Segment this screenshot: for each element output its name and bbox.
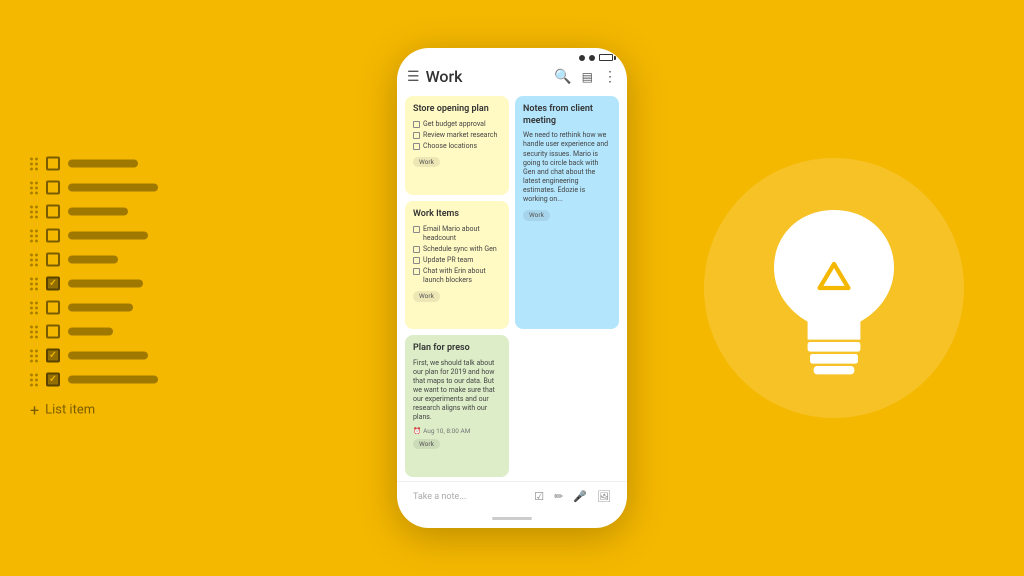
note-tag: Work xyxy=(413,157,440,167)
battery-icon xyxy=(599,54,613,61)
list-item xyxy=(30,205,158,219)
notes-grid: Store opening plan Get budget approval R… xyxy=(397,92,627,481)
note-title: Notes from client meeting xyxy=(523,104,611,127)
note-tag: Work xyxy=(413,439,440,449)
note-title: Work Items xyxy=(413,209,501,221)
list-item xyxy=(30,349,158,363)
checkbox-icon[interactable]: ☑ xyxy=(534,490,544,503)
list-item xyxy=(30,157,158,171)
mic-icon[interactable]: 🎤 xyxy=(573,490,587,503)
note-tag: Work xyxy=(413,291,440,301)
app-title: Work xyxy=(426,67,549,86)
note-tag: Work xyxy=(523,210,550,220)
list-item xyxy=(30,181,158,195)
list-item xyxy=(30,253,158,267)
bottom-toolbar: Take a note... ☑ ✏ 🎤 🖼 xyxy=(397,481,627,513)
note-checklist: Get budget approval Review market resear… xyxy=(413,120,501,151)
plus-icon: + xyxy=(30,401,39,420)
note-client-meeting[interactable]: Notes from client meeting We need to ret… xyxy=(515,96,619,329)
add-item-row[interactable]: + List item xyxy=(30,401,158,420)
header-icons: 🔍 ▤ ⋮ xyxy=(554,69,617,85)
app-header: ☰ Work 🔍 ▤ ⋮ xyxy=(397,63,627,92)
add-item-label: List item xyxy=(45,403,95,418)
list-item xyxy=(30,325,158,339)
hamburger-icon[interactable]: ☰ xyxy=(407,69,420,85)
note-work-items[interactable]: Work Items Email Mario about headcount S… xyxy=(405,201,509,329)
list-item xyxy=(30,301,158,315)
note-title: Store opening plan xyxy=(413,104,501,116)
image-icon[interactable]: 🖼 xyxy=(597,490,611,503)
phone-home-bar xyxy=(397,513,627,528)
search-icon[interactable]: 🔍 xyxy=(554,69,571,85)
left-list-decoration: + List item xyxy=(30,157,158,420)
phone-mockup: ☰ Work 🔍 ▤ ⋮ Store opening plan Get budg… xyxy=(397,48,627,528)
status-bar xyxy=(397,48,627,63)
layout-icon[interactable]: ▤ xyxy=(582,70,593,84)
list-item xyxy=(30,277,158,291)
note-body: We need to rethink how we handle user ex… xyxy=(523,131,611,204)
more-icon[interactable]: ⋮ xyxy=(603,69,617,85)
list-item xyxy=(30,229,158,243)
note-store-opening[interactable]: Store opening plan Get budget approval R… xyxy=(405,96,509,195)
lightbulb-circle xyxy=(704,158,964,418)
list-item xyxy=(30,373,158,387)
lightbulb-icon xyxy=(754,198,914,378)
home-indicator xyxy=(492,517,532,520)
phone-shell: ☰ Work 🔍 ▤ ⋮ Store opening plan Get budg… xyxy=(397,48,627,528)
take-note-placeholder[interactable]: Take a note... xyxy=(413,492,528,502)
note-timestamp: ⏰Aug 10, 8:00 AM xyxy=(413,427,501,435)
toolbar-icons: ☑ ✏ 🎤 🖼 xyxy=(534,490,611,503)
note-checklist: Email Mario about headcount Schedule syn… xyxy=(413,225,501,286)
signal-dot xyxy=(579,55,585,61)
pencil-icon[interactable]: ✏ xyxy=(554,490,563,503)
note-body: First, we should talk about our plan for… xyxy=(413,359,501,423)
note-title: Plan for preso xyxy=(413,343,501,355)
signal-dot xyxy=(589,55,595,61)
note-plan-preso[interactable]: Plan for preso First, we should talk abo… xyxy=(405,335,509,477)
